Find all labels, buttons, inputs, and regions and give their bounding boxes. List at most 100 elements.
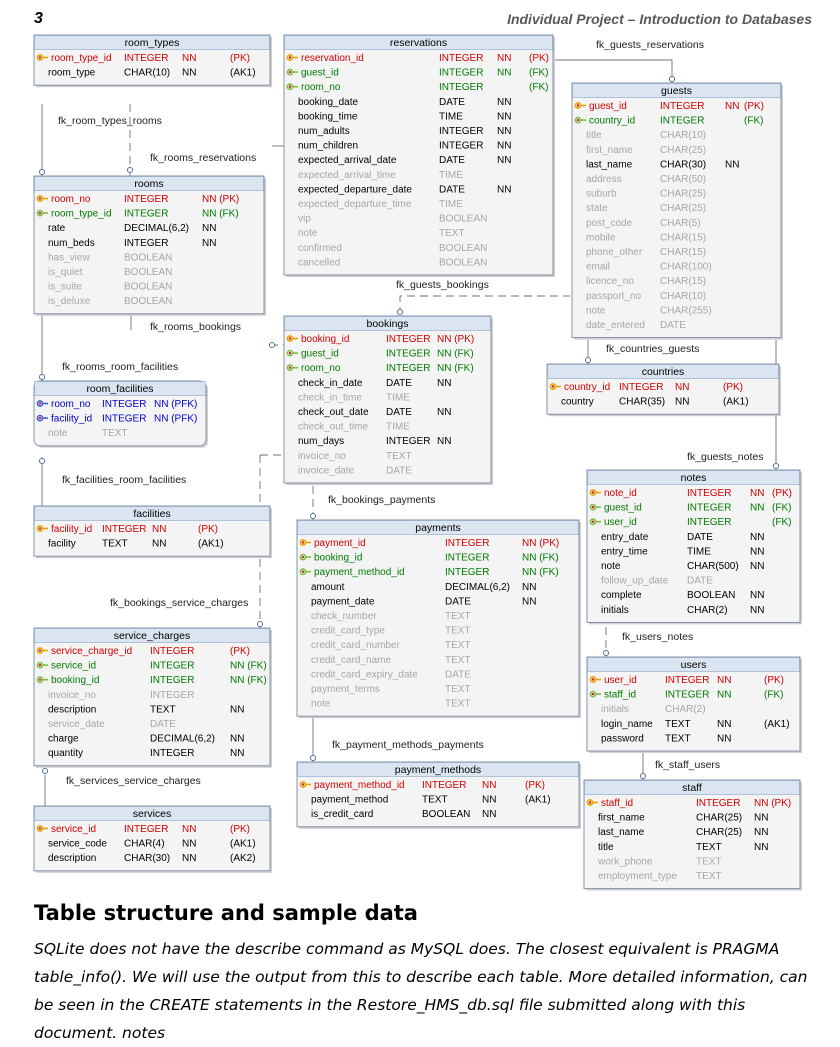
svg-text:CHAR(25): CHAR(25): [660, 189, 706, 200]
svg-text:NN: NN: [522, 596, 536, 607]
svg-text:NN: NN: [437, 436, 451, 447]
svg-text:user_id: user_id: [604, 675, 637, 686]
table-services[interactable]: services service_id INTEGER NN (PK) service_c…: [33, 805, 272, 873]
svg-text:NN: NN: [717, 690, 731, 701]
table-payment-methods[interactable]: payment_methods payment_method_id INTEGER N…: [296, 761, 581, 829]
relationship-label: fk_bookings_service_charges: [110, 597, 248, 609]
svg-text:room_no: room_no: [51, 399, 91, 410]
svg-text:NN: NN: [717, 719, 731, 730]
relationship-label: fk_bookings_payments: [328, 494, 435, 506]
svg-text:(PK): (PK): [230, 646, 250, 657]
svg-text:CHAR(10): CHAR(10): [660, 291, 706, 302]
table-column: date_entered DATE: [586, 320, 686, 331]
svg-text:CHAR(2): CHAR(2): [687, 605, 728, 616]
svg-text:(PK): (PK): [744, 101, 764, 112]
table-facilities[interactable]: facilities facility_id INTEGER NN (PK) facili…: [33, 505, 272, 559]
table-staff[interactable]: staff staff_id INTEGER NN (PK) first_name CHA…: [583, 779, 802, 891]
table-column: guest_id INTEGER NN (FK): [589, 503, 791, 514]
table-room-facilities[interactable]: room_facilitiesroom_no INTEGER NN (PFK)fac…: [33, 380, 208, 448]
svg-text:NN: NN: [717, 675, 731, 686]
table-service-charges[interactable]: service_charges service_charge_id INTEGER (…: [33, 627, 272, 768]
svg-text:INTEGER: INTEGER: [124, 194, 168, 205]
svg-text:CHAR(2): CHAR(2): [665, 704, 706, 715]
table-bookings[interactable]: bookings booking_id INTEGER NN (PK) guest_id…: [283, 315, 493, 485]
svg-text:guest_id: guest_id: [589, 101, 627, 112]
svg-text:DECIMAL(6,2): DECIMAL(6,2): [150, 734, 215, 745]
svg-text:(PK): (PK): [198, 524, 218, 535]
svg-text:invoice_no: invoice_no: [298, 451, 346, 462]
svg-text:DATE: DATE: [439, 97, 465, 108]
table-guests[interactable]: guests guest_id INTEGER NN (PK) country_id INT…: [571, 82, 783, 340]
table-payments[interactable]: payments payment_id INTEGER NN (PK) booking_…: [296, 519, 581, 719]
table-room-types[interactable]: room_types room_type_id INTEGER NN (PK) room_…: [33, 34, 272, 88]
svg-text:TEXT: TEXT: [445, 611, 471, 622]
table-notes[interactable]: notes note_id INTEGER NN (PK) guest_id INTEGER…: [586, 469, 802, 625]
svg-text:CHAR(25): CHAR(25): [696, 813, 742, 824]
svg-text:entry_time: entry_time: [601, 546, 648, 557]
table-reservations[interactable]: reservations reservation_id INTEGER NN (PK) g…: [283, 34, 555, 277]
svg-text:INTEGER: INTEGER: [386, 349, 430, 360]
svg-text:BOOLEAN: BOOLEAN: [422, 809, 470, 820]
table-rooms[interactable]: rooms room_no INTEGER NN (PK) room_type_id IN…: [33, 175, 266, 316]
svg-text:NN: NN: [182, 53, 196, 64]
svg-text:state: state: [586, 203, 608, 214]
table-countries[interactable]: countries country_id INTEGER NN (PK) country C…: [546, 363, 781, 417]
svg-text:TEXT: TEXT: [439, 228, 465, 239]
svg-text:has_view: has_view: [48, 252, 90, 263]
svg-text:INTEGER: INTEGER: [439, 53, 483, 64]
svg-text:TEXT: TEXT: [696, 842, 722, 853]
table-name: users: [681, 659, 707, 671]
svg-text:NN: NN: [750, 488, 764, 499]
svg-text:DATE: DATE: [687, 576, 713, 587]
svg-text:INTEGER: INTEGER: [386, 363, 430, 374]
svg-text:DATE: DATE: [439, 155, 465, 166]
svg-text:INTEGER: INTEGER: [124, 824, 168, 835]
svg-text:INTEGER: INTEGER: [102, 399, 146, 410]
svg-text:BOOLEAN: BOOLEAN: [124, 252, 172, 263]
svg-text:credit_card_expiry_date: credit_card_expiry_date: [311, 669, 418, 680]
svg-text:description: description: [48, 704, 96, 715]
svg-text:NN: NN: [750, 605, 764, 616]
svg-text:NN: NN: [497, 97, 511, 108]
svg-text:INTEGER: INTEGER: [439, 68, 483, 79]
svg-text:INTEGER: INTEGER: [150, 675, 194, 686]
table-name: staff: [682, 782, 702, 794]
svg-text:INTEGER: INTEGER: [422, 780, 466, 791]
svg-text:TIME: TIME: [439, 170, 463, 181]
svg-text:(PK): (PK): [230, 824, 250, 835]
svg-text:DATE: DATE: [445, 669, 471, 680]
svg-text:suburb: suburb: [586, 189, 617, 200]
svg-text:INTEGER: INTEGER: [150, 661, 194, 672]
svg-text:payment_terms: payment_terms: [311, 684, 380, 695]
svg-text:payment_method_id: payment_method_id: [314, 567, 405, 578]
svg-text:NN (FK): NN (FK): [202, 209, 239, 220]
svg-text:staff_id: staff_id: [604, 690, 636, 701]
svg-text:BOOLEAN: BOOLEAN: [124, 267, 172, 278]
svg-text:(FK): (FK): [772, 503, 791, 514]
svg-text:INTEGER: INTEGER: [687, 488, 731, 499]
svg-text:INTEGER: INTEGER: [439, 126, 483, 137]
svg-text:NN: NN: [437, 407, 451, 418]
svg-text:BOOLEAN: BOOLEAN: [439, 243, 487, 254]
svg-text:TEXT: TEXT: [445, 640, 471, 651]
svg-text:post_code: post_code: [586, 218, 633, 229]
relationship-label: fk_rooms_bookings: [150, 321, 241, 333]
svg-text:NN: NN: [202, 238, 216, 249]
svg-text:(FK): (FK): [764, 690, 783, 701]
svg-text:DECIMAL(6,2): DECIMAL(6,2): [445, 582, 510, 593]
svg-text:TEXT: TEXT: [445, 655, 471, 666]
svg-text:NN (PK): NN (PK): [754, 798, 791, 809]
table-users[interactable]: users user_id INTEGER NN (PK) staff_id INTEGER…: [586, 656, 802, 753]
table-column: expected_departure_time TIME: [298, 199, 463, 210]
svg-text:INTEGER: INTEGER: [619, 382, 663, 393]
svg-text:DATE: DATE: [439, 184, 465, 195]
table-column: check_out_time TIME: [298, 422, 410, 433]
svg-text:booking_id: booking_id: [301, 334, 349, 345]
svg-text:is_suite: is_suite: [48, 282, 82, 293]
svg-text:mobile: mobile: [586, 232, 616, 243]
svg-text:CHAR(30): CHAR(30): [660, 159, 706, 170]
svg-text:service_date: service_date: [48, 719, 105, 730]
svg-text:num_children: num_children: [298, 141, 358, 152]
svg-text:room_type_id: room_type_id: [51, 209, 112, 220]
svg-text:note: note: [601, 561, 621, 572]
